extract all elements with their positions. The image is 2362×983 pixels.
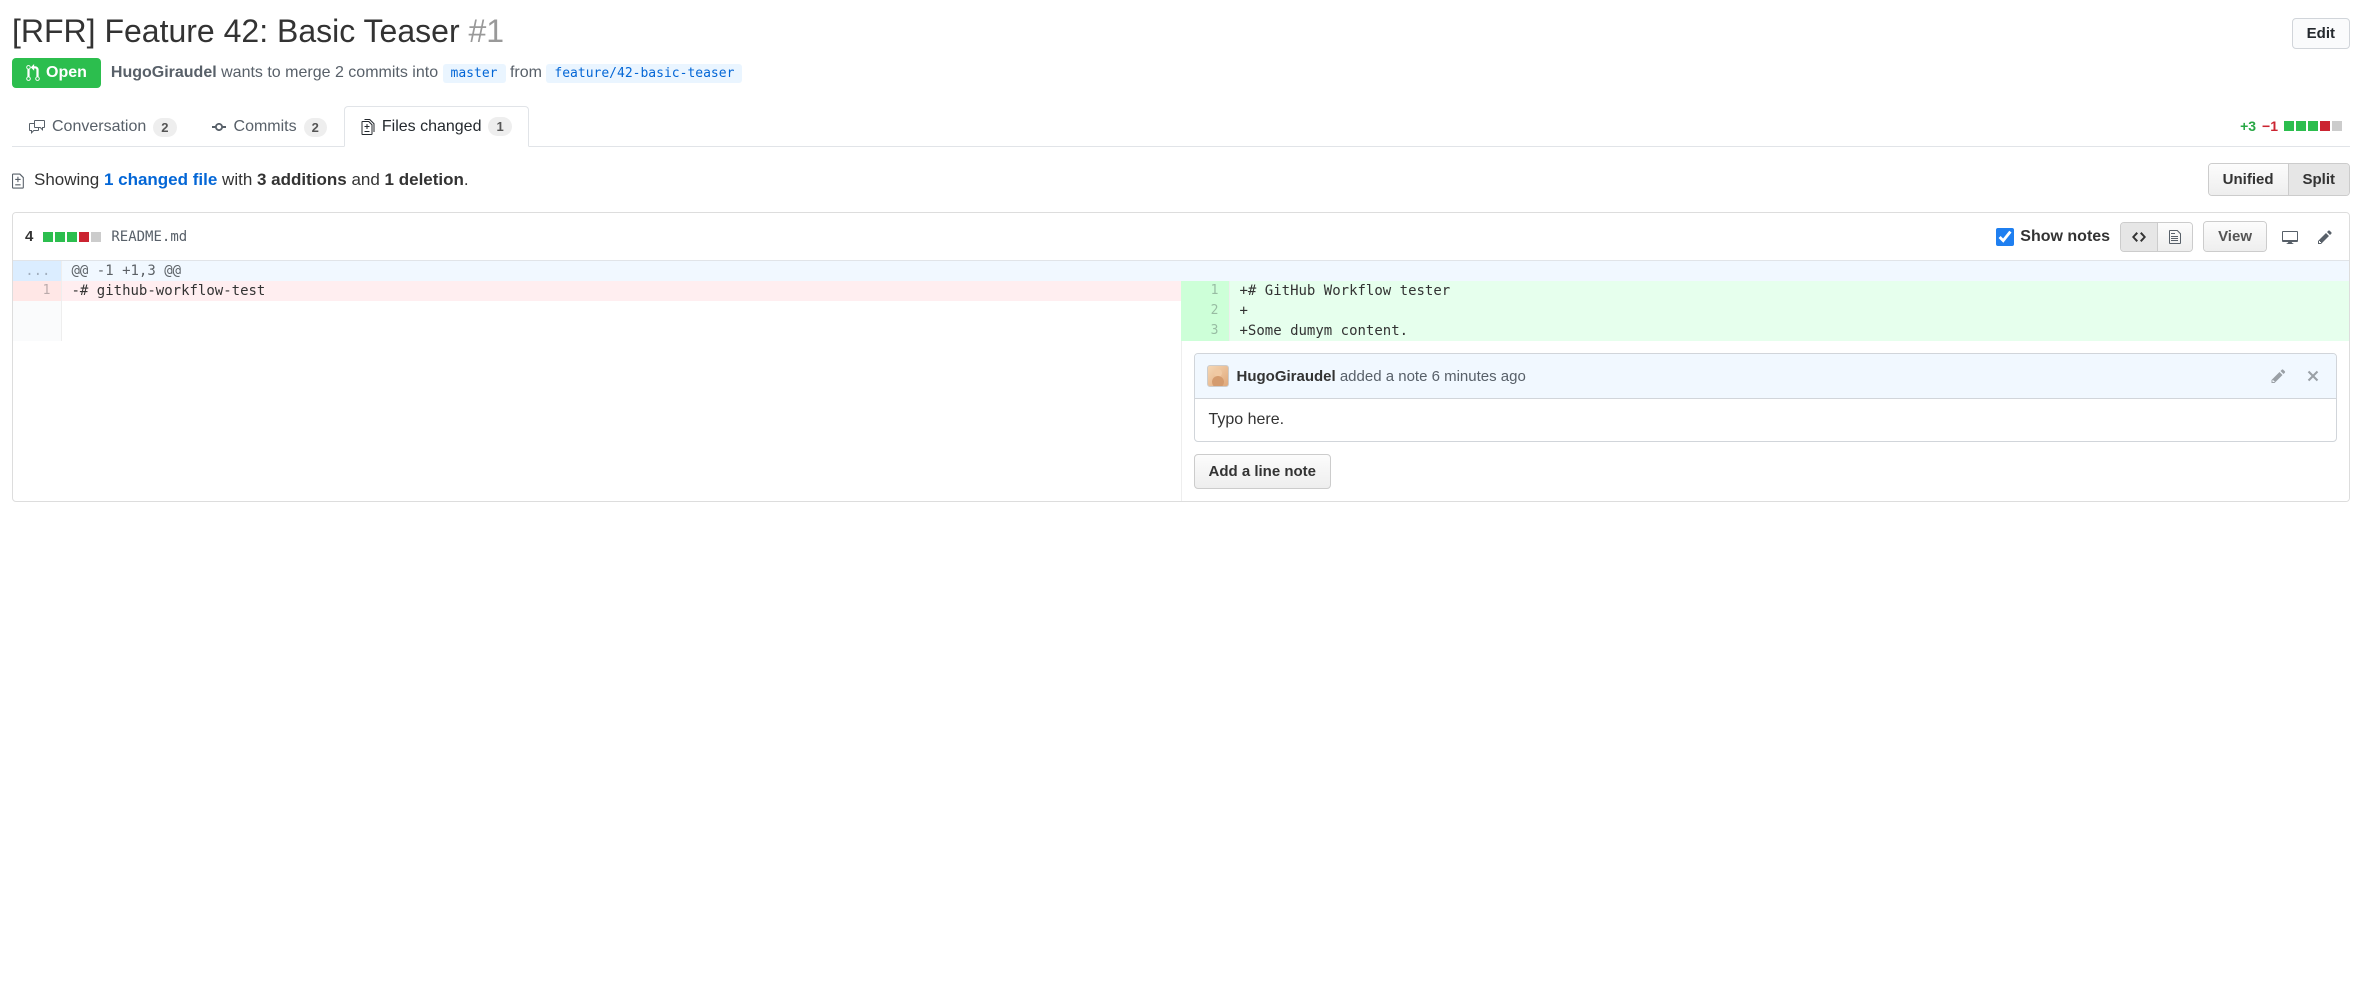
file-diffstat-blocks <box>43 232 101 242</box>
desktop-button[interactable] <box>2277 225 2303 249</box>
edit-file-button[interactable] <box>2313 225 2337 249</box>
pr-meta: Open HugoGiraudel wants to merge 2 commi… <box>12 58 2350 88</box>
diffstat-blocks <box>2284 121 2342 131</box>
line-code-right: +Some dumym content. <box>1229 321 2349 341</box>
line-num-right[interactable]: 3 <box>1181 321 1229 341</box>
pencil-icon <box>2271 368 2286 384</box>
line-num-left[interactable]: 1 <box>13 281 61 301</box>
tab-commits[interactable]: Commits 2 <box>194 106 344 147</box>
show-notes-checkbox[interactable] <box>1996 228 2014 246</box>
deletions-summary: −1 <box>2262 118 2278 134</box>
split-view-button[interactable]: Split <box>2288 164 2350 195</box>
showing-summary: Showing 1 changed file with 3 additions … <box>12 170 469 190</box>
diff-icon <box>361 119 375 135</box>
comment-meta: added a note 6 minutes ago <box>1336 368 1526 385</box>
delete-comment-button[interactable] <box>2302 364 2324 388</box>
git-pull-request-icon <box>26 64 40 82</box>
diffstat-summary: +3 −1 <box>2240 118 2350 134</box>
diff-table: ... @@ -1 +1,3 @@ 1 -# github-workflow-t… <box>13 261 2349 501</box>
diff-line: 2 + <box>13 301 2349 321</box>
tab-files-changed[interactable]: Files changed 1 <box>344 106 529 147</box>
line-code-right: + <box>1229 301 2349 321</box>
base-branch[interactable]: master <box>443 64 506 83</box>
hunk-header: @@ -1 +1,3 @@ <box>61 261 2349 281</box>
deletions-count: 1 deletion <box>385 170 464 189</box>
file-header: 4 README.md Show notes <box>13 213 2349 261</box>
line-code-right: +# GitHub Workflow tester <box>1229 281 2349 301</box>
rendered-view-button[interactable] <box>2157 223 2192 251</box>
pr-number: #1 <box>468 13 504 49</box>
line-code-left: -# github-workflow-test <box>61 281 1181 301</box>
additions-count: 3 additions <box>257 170 347 189</box>
source-view-button[interactable] <box>2121 223 2157 251</box>
file-icon <box>2168 229 2182 245</box>
comment-body: Typo here. <box>1195 399 2337 441</box>
diff-line: 1 -# github-workflow-test 1 +# GitHub Wo… <box>13 281 2349 301</box>
changed-file-link[interactable]: 1 changed file <box>104 170 217 189</box>
tab-conversation-count: 2 <box>153 118 176 137</box>
tab-files-count: 1 <box>488 117 511 136</box>
inline-comment: HugoGiraudel added a note 6 minutes ago <box>1194 353 2338 442</box>
file-diff-icon <box>12 171 26 189</box>
line-num-right[interactable]: 1 <box>1181 281 1229 301</box>
avatar[interactable] <box>1207 365 1229 387</box>
branch-description: HugoGiraudel wants to merge 2 commits in… <box>111 64 743 82</box>
edit-comment-button[interactable] <box>2267 364 2290 388</box>
pr-author-link[interactable]: HugoGiraudel <box>111 64 217 81</box>
file-name[interactable]: README.md <box>111 229 187 245</box>
tab-conversation[interactable]: Conversation 2 <box>12 106 194 147</box>
line-num-right[interactable]: 2 <box>1181 301 1229 321</box>
pencil-icon <box>2317 229 2333 245</box>
device-desktop-icon <box>2281 229 2299 245</box>
close-icon <box>2306 368 2320 384</box>
head-branch[interactable]: feature/42-basic-teaser <box>546 64 742 83</box>
tab-nav: Conversation 2 Commits 2 Files changed 1… <box>12 106 2350 147</box>
tab-commits-count: 2 <box>304 118 327 137</box>
hunk-ellipsis[interactable]: ... <box>13 261 61 281</box>
tab-commits-label: Commits <box>234 118 297 136</box>
code-icon <box>2131 229 2147 245</box>
diff-line: 3 +Some dumym content. <box>13 321 2349 341</box>
inline-comment-row: HugoGiraudel added a note 6 minutes ago <box>13 341 2349 501</box>
state-badge: Open <box>12 58 101 88</box>
show-notes-label[interactable]: Show notes <box>1996 228 2110 246</box>
diff-view-toggle: Unified Split <box>2208 163 2350 196</box>
file-change-count: 4 <box>25 228 33 245</box>
add-line-note-button[interactable]: Add a line note <box>1194 454 1332 489</box>
file-diff: 4 README.md Show notes <box>12 212 2350 502</box>
pr-title: [RFR] Feature 42: Basic Teaser #1 <box>12 12 504 50</box>
hunk-header-row: ... @@ -1 +1,3 @@ <box>13 261 2349 281</box>
unified-view-button[interactable]: Unified <box>2209 164 2288 195</box>
git-commit-icon <box>211 119 227 135</box>
state-label: Open <box>46 64 87 82</box>
comment-author-link[interactable]: HugoGiraudel <box>1237 368 1336 385</box>
tab-conversation-label: Conversation <box>52 118 146 136</box>
comment-discussion-icon <box>29 119 45 135</box>
additions-summary: +3 <box>2240 118 2256 134</box>
pr-title-text: [RFR] Feature 42: Basic Teaser <box>12 13 460 49</box>
tab-files-label: Files changed <box>382 118 482 136</box>
edit-button[interactable]: Edit <box>2292 18 2350 49</box>
view-file-button[interactable]: View <box>2204 222 2266 251</box>
